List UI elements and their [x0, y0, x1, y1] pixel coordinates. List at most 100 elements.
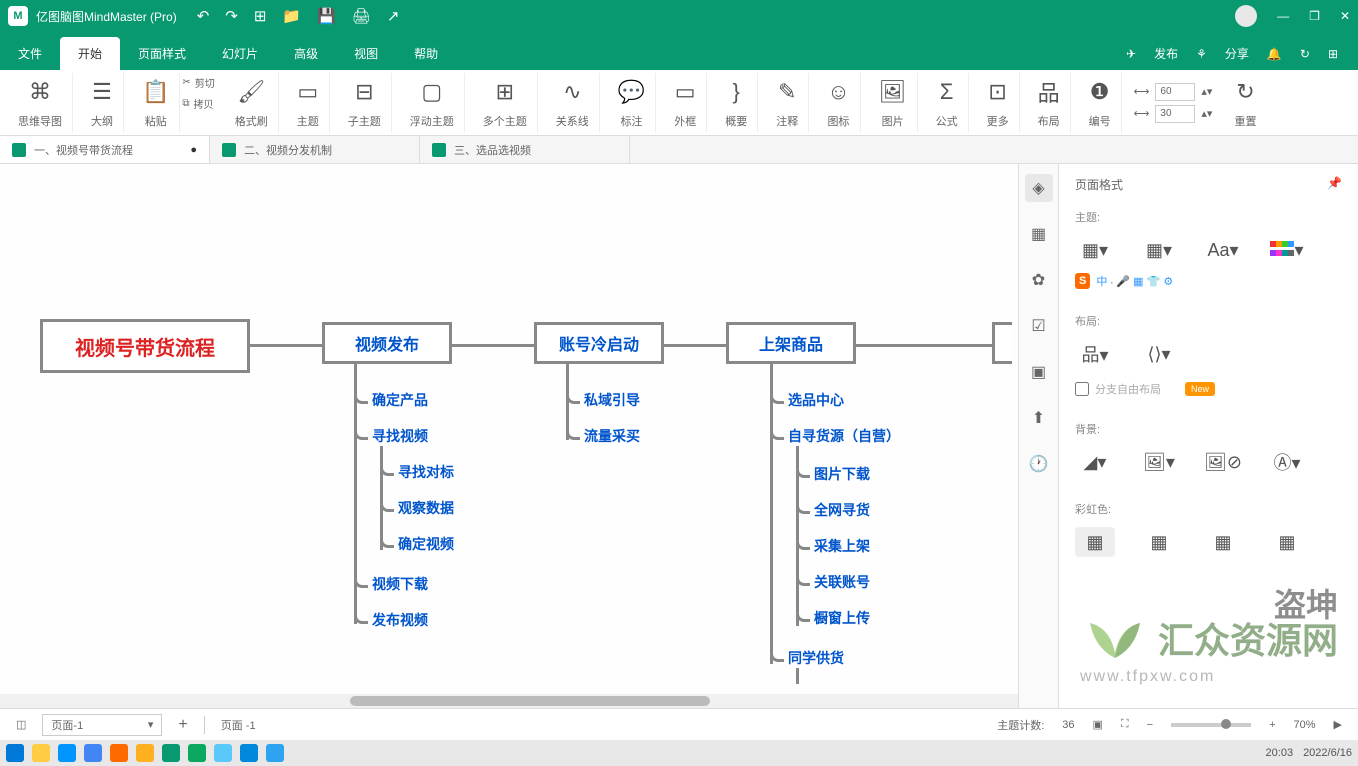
ribbon-spacing[interactable]: ⟷ 60▴▾ ⟷ 30▴▾ — [1130, 79, 1217, 127]
sub-3-2[interactable]: 自寻货源（自营） — [788, 426, 900, 446]
menu-help[interactable]: 帮助 — [396, 37, 456, 70]
sp-tab-clipart[interactable]: ▣ — [1025, 358, 1053, 386]
sub-3-2-2[interactable]: 全网寻货 — [814, 500, 870, 520]
menu-advanced[interactable]: 高级 — [276, 37, 336, 70]
ribbon-layout[interactable]: 品布局 — [1028, 73, 1071, 133]
ribbon-mindmap[interactable]: ⌘思维导图 — [8, 73, 73, 133]
sub-3-2-4[interactable]: 关联账号 — [814, 572, 870, 592]
tb-video[interactable] — [188, 744, 206, 762]
sp-tab-export[interactable]: ⬆ — [1025, 404, 1053, 432]
share-label[interactable]: 分享 — [1225, 45, 1249, 62]
ribbon-subtopic[interactable]: ⊟子主题 — [338, 73, 392, 133]
sub-1-1[interactable]: 确定产品 — [372, 390, 428, 410]
sb-fullscreen-icon[interactable]: ⛶ — [1121, 718, 1129, 731]
undo-icon[interactable]: ↶ — [197, 7, 210, 25]
bg-remove-btn[interactable]: 🖼⊘ — [1203, 447, 1243, 477]
rainbow-2[interactable]: ▦ — [1139, 527, 1179, 557]
tb-start[interactable] — [6, 744, 24, 762]
font-btn[interactable]: Aa▾ — [1203, 235, 1243, 265]
sub-2-2[interactable]: 流量采买 — [584, 426, 640, 446]
menu-slide[interactable]: 幻灯片 — [204, 37, 276, 70]
horizontal-scrollbar[interactable] — [0, 694, 1018, 708]
mindmap-node-4-partial[interactable] — [992, 322, 1012, 364]
bg-fill-btn[interactable]: ◢▾ — [1075, 447, 1115, 477]
ribbon-number[interactable]: ❶编号 — [1079, 73, 1122, 133]
sub-3-2-1[interactable]: 图片下载 — [814, 464, 870, 484]
minimize-icon[interactable]: — — [1277, 9, 1289, 23]
tb-uc[interactable] — [110, 744, 128, 762]
close-icon[interactable]: ✕ — [1340, 9, 1350, 23]
freebranch-checkbox[interactable]: 分支自由布局 — [1075, 381, 1161, 397]
print-icon[interactable]: 🖨 — [352, 7, 371, 25]
sb-add-page[interactable]: + — [178, 716, 187, 734]
ribbon-icon[interactable]: ☺图标 — [817, 73, 860, 133]
sb-page-select[interactable]: 页面-1▾ — [42, 714, 162, 736]
rainbow-3[interactable]: ▦ — [1203, 527, 1243, 557]
ribbon-callout[interactable]: 💬标注 — [608, 73, 656, 133]
open-icon[interactable]: 📁 — [282, 7, 301, 25]
sp-tab-icon[interactable]: ✿ — [1025, 266, 1053, 294]
tb-explorer[interactable] — [32, 744, 50, 762]
sb-fit-icon[interactable]: ▣ — [1093, 718, 1103, 731]
sub-2-1[interactable]: 私域引导 — [584, 390, 640, 410]
sub-1-4[interactable]: 发布视频 — [372, 610, 428, 630]
doc-tab-2[interactable]: 二、视频分发机制 — [210, 136, 420, 163]
menu-start[interactable]: 开始 — [60, 37, 120, 70]
publish-label[interactable]: 发布 — [1154, 45, 1178, 62]
theme-btn-2[interactable]: ▦▾ — [1139, 235, 1179, 265]
tb-edge[interactable] — [58, 744, 76, 762]
bg-image-btn[interactable]: 🖼▾ — [1139, 447, 1179, 477]
sub-1-3[interactable]: 视频下载 — [372, 574, 428, 594]
doc-tab-1[interactable]: 一、视频号带货流程● — [0, 136, 210, 163]
sub-1-2[interactable]: 寻找视频 — [372, 426, 428, 446]
sb-present-icon[interactable]: ▶ — [1334, 718, 1342, 731]
sb-pages-icon[interactable]: ◫ — [16, 718, 26, 731]
share-icon[interactable]: ⚘ — [1196, 47, 1207, 61]
ribbon-multiple[interactable]: ⊞多个主题 — [473, 73, 538, 133]
ribbon-copy[interactable]: ⧉ 拷贝 — [180, 94, 216, 113]
sub-3-2-3[interactable]: 采集上架 — [814, 536, 870, 556]
mindmap-node-3[interactable]: 上架商品 — [726, 322, 856, 364]
ribbon-reset[interactable]: ↻重置 — [1224, 73, 1266, 133]
tb-app10[interactable] — [266, 744, 284, 762]
grid-icon[interactable]: ⊞ — [1328, 47, 1338, 61]
redo-icon[interactable]: ↷ — [225, 7, 238, 25]
user-avatar[interactable] — [1235, 5, 1257, 27]
color-btn[interactable]: ▾ — [1267, 235, 1307, 265]
sp-tab-style[interactable]: ◈ — [1025, 174, 1053, 202]
sub-1-2-3[interactable]: 确定视频 — [398, 534, 454, 554]
sb-zoom-in[interactable]: + — [1269, 719, 1275, 731]
layout-btn-2[interactable]: ⟨⟩▾ — [1139, 339, 1179, 369]
bell-icon[interactable]: 🔔 — [1267, 47, 1282, 61]
bg-watermark-btn[interactable]: Ⓐ▾ — [1267, 447, 1307, 477]
mindmap-root[interactable]: 视频号带货流程 — [40, 319, 250, 373]
ribbon-cut[interactable]: ✂ 剪切 — [180, 73, 216, 92]
ribbon-boundary[interactable]: ▭外框 — [664, 73, 707, 133]
ribbon-floating[interactable]: ▢浮动主题 — [400, 73, 465, 133]
theme-btn-1[interactable]: ▦▾ — [1075, 235, 1115, 265]
mindmap-node-2[interactable]: 账号冷启动 — [534, 322, 664, 364]
ribbon-summary[interactable]: }概要 — [715, 73, 758, 133]
tb-folder[interactable] — [136, 744, 154, 762]
sub-3-2-5[interactable]: 橱窗上传 — [814, 608, 870, 628]
tb-app8[interactable] — [214, 744, 232, 762]
menu-pagestyle[interactable]: 页面样式 — [120, 37, 204, 70]
send-icon[interactable]: ✈ — [1126, 47, 1136, 61]
sp-tab-history[interactable]: 🕐 — [1025, 450, 1053, 478]
ribbon-relation[interactable]: ∿关系线 — [546, 73, 600, 133]
history-icon[interactable]: ↻ — [1300, 47, 1310, 61]
ribbon-topic[interactable]: ▭主题 — [287, 73, 330, 133]
sp-tab-theme[interactable]: ▦ — [1025, 220, 1053, 248]
ribbon-formatbrush[interactable]: 🖌格式刷 — [225, 73, 279, 133]
ribbon-formula[interactable]: Σ公式 — [926, 73, 969, 133]
pin-icon[interactable]: 📌 — [1327, 176, 1342, 193]
rainbow-4[interactable]: ▦ — [1267, 527, 1307, 557]
doc-tab-3[interactable]: 三、选品选视频 — [420, 136, 630, 163]
new-icon[interactable]: ⊞ — [254, 7, 267, 25]
ribbon-outline[interactable]: ☰大纲 — [81, 73, 124, 133]
sub-3-1[interactable]: 选品中心 — [788, 390, 844, 410]
export-icon[interactable]: ↗ — [387, 7, 400, 25]
mindmap-node-1[interactable]: 视频发布 — [322, 322, 452, 364]
layout-btn-1[interactable]: 品▾ — [1075, 339, 1115, 369]
rainbow-1[interactable]: ▦ — [1075, 527, 1115, 557]
